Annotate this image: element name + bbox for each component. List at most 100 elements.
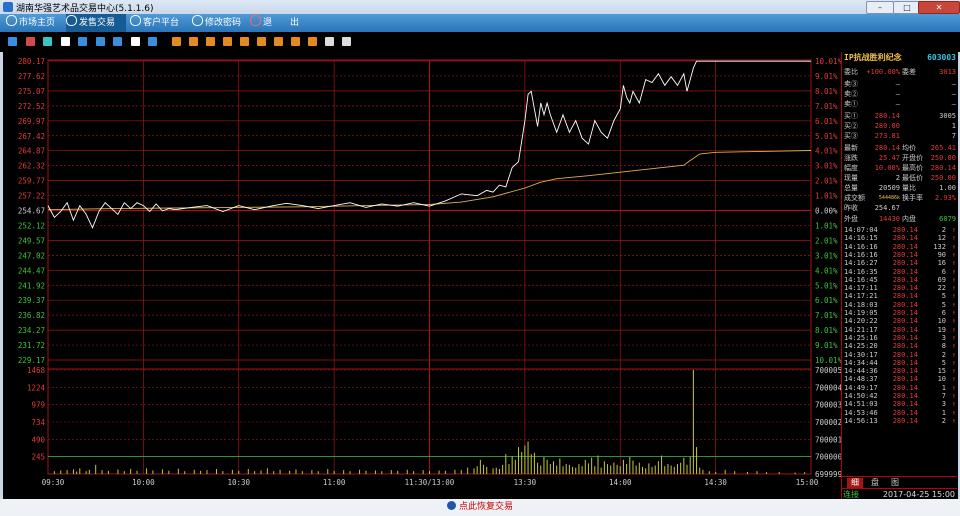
- stat-label: 幅度: [844, 164, 858, 172]
- stat-label-2: 换手率: [902, 194, 923, 202]
- tab-2[interactable]: 图: [887, 478, 903, 488]
- volume-right-tick-label: 700003: [815, 401, 841, 410]
- function-14-icon[interactable]: [274, 37, 283, 46]
- price-tick-label: 252.12: [18, 221, 45, 230]
- menu-change-password[interactable]: 修改密码: [192, 14, 246, 32]
- app-icon: [3, 2, 13, 12]
- tab-1[interactable]: 盘: [867, 478, 883, 488]
- menu-label: 客户平台: [143, 18, 180, 28]
- stat-row: 总量 20509 量比 1.00: [844, 184, 956, 193]
- price-tick-label: 239.37: [18, 296, 45, 305]
- stat-value: 280.14: [874, 144, 900, 152]
- percent-tick-label: 6.01%: [815, 296, 838, 305]
- gear-icon[interactable]: [342, 37, 351, 46]
- time-tick-label: 09:30: [42, 478, 65, 487]
- tab-0[interactable]: 细: [847, 478, 863, 488]
- weicha-value: 3013: [939, 68, 956, 76]
- stat-label: 涨跌: [844, 154, 858, 162]
- buy-label: 买②: [844, 122, 858, 130]
- function-10-icon[interactable]: [206, 37, 215, 46]
- percent-tick-label: 9.01%: [815, 341, 838, 350]
- tick-price: 280.14: [892, 416, 918, 425]
- function-9-icon[interactable]: [189, 37, 198, 46]
- maximize-button[interactable]: □: [893, 1, 921, 14]
- stat-label: 成交额: [844, 194, 865, 202]
- time-tick-label: 15:00: [796, 478, 819, 487]
- percent-tick-label: 3.01%: [815, 251, 838, 260]
- menu-label: 发售交易: [79, 18, 116, 28]
- percent-tick-label: 0.00%: [815, 207, 838, 216]
- price-tick-label: 241.92: [18, 281, 45, 290]
- price-tick-label: 264.87: [18, 147, 45, 156]
- volume-tick-label: 1224: [27, 383, 46, 392]
- kline-icon[interactable]: [8, 37, 17, 46]
- menu-market-home[interactable]: 市场主页: [6, 14, 64, 32]
- buy-price: 280.00: [874, 122, 900, 130]
- stat-value-2: 265.41: [930, 144, 956, 152]
- percent-tick-label: 8.01%: [815, 87, 838, 96]
- stat-label-2: 最低价: [902, 174, 923, 182]
- percent-tick-label: 7.01%: [815, 102, 838, 111]
- stat-value: 254.67: [874, 204, 900, 212]
- restore-icon: [446, 501, 456, 510]
- function-11-icon[interactable]: [223, 37, 232, 46]
- percent-tick-label: 5.01%: [815, 132, 838, 141]
- time-tick-label: 13:30: [514, 478, 537, 487]
- menu-label: 市场主页: [19, 18, 56, 28]
- close-button[interactable]: ✕: [918, 1, 960, 14]
- menu-exit-2[interactable]: 出: [290, 14, 304, 32]
- function-4-icon[interactable]: [95, 37, 105, 46]
- stat-row: 成交额 544486k 换手率 2.93%: [844, 194, 956, 203]
- sell-level-3: 卖③ — —: [844, 80, 956, 89]
- function-15-icon[interactable]: [291, 37, 300, 46]
- percent-tick-label: 2.01%: [815, 177, 838, 186]
- sell-price: —: [895, 90, 900, 98]
- menu-exit[interactable]: 退: [250, 14, 272, 32]
- stat-label: 现量: [844, 174, 858, 182]
- minimize-button[interactable]: –: [866, 1, 894, 14]
- sell-price: —: [895, 100, 900, 108]
- depth-icon[interactable]: [43, 37, 52, 46]
- inner-label: 内盘: [902, 215, 916, 223]
- key-icon: [192, 15, 203, 26]
- buy-price: 280.14: [874, 112, 900, 120]
- sell-label: 卖②: [844, 90, 858, 98]
- function-3-icon[interactable]: [78, 37, 87, 46]
- stat-label-2: 开盘价: [902, 154, 923, 162]
- menu-bar: 市场主页 发售交易 客户平台 修改密码 退 出: [0, 14, 960, 32]
- stat-label-2: 量比: [902, 184, 916, 192]
- timeline-icon[interactable]: [25, 37, 35, 46]
- function-7-icon[interactable]: [148, 37, 157, 46]
- stat-value-2: 250.00: [930, 174, 956, 182]
- sell-volume: —: [951, 100, 956, 108]
- outer-label: 外盘: [844, 215, 858, 223]
- stat-value: 2: [895, 174, 900, 182]
- price-tick-label: 259.77: [18, 177, 45, 186]
- stat-value: 20509: [878, 184, 900, 192]
- menu-label: 出: [290, 18, 300, 28]
- up-arrow-icon: ↑: [951, 416, 956, 425]
- function-6-icon[interactable]: [130, 37, 140, 46]
- buy-volume: 1: [951, 122, 956, 130]
- resume-trading-link[interactable]: 点此恢复交易: [0, 499, 960, 516]
- function-13-icon[interactable]: [257, 37, 266, 46]
- percent-tick-label: 1.01%: [815, 221, 838, 230]
- tick-volume: 2: [941, 416, 946, 425]
- timeline-chart[interactable]: 280.17 10.01% 277.62 9.01% 275.07 8.01% 272.52…: [3, 52, 841, 499]
- home-icon: [6, 15, 17, 26]
- volume-right-tick-label: 700004: [815, 383, 841, 392]
- stat-value: 25.47: [878, 154, 900, 162]
- calendar-icon[interactable]: [60, 37, 70, 46]
- function-5-icon[interactable]: [113, 37, 122, 46]
- function-12-icon[interactable]: [240, 37, 249, 46]
- edit-icon[interactable]: [325, 37, 334, 46]
- price-tick-label: 249.57: [18, 236, 45, 245]
- stat-value-2: 280.14: [930, 164, 956, 172]
- menu-issue-trade[interactable]: 发售交易: [66, 14, 126, 32]
- percent-tick-label: 9.01%: [815, 72, 838, 81]
- function-8-icon[interactable]: [172, 37, 181, 46]
- function-16-icon[interactable]: [308, 37, 317, 46]
- buy-level-1: 买① 280.14 3005: [844, 112, 956, 121]
- power-icon: [250, 15, 261, 26]
- menu-client-platform[interactable]: 客户平台: [130, 14, 188, 32]
